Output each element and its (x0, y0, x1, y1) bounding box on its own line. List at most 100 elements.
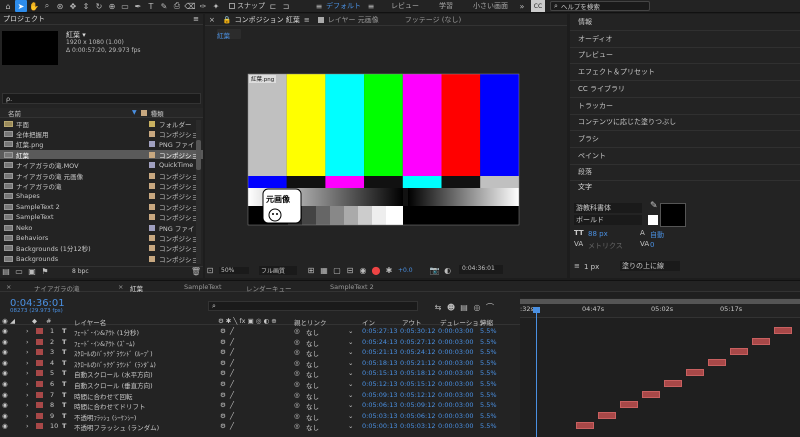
layer-name[interactable]: 自動スクロール (水平方向) (74, 369, 153, 379)
brush-tool-icon[interactable]: ✎ (158, 0, 170, 12)
switch-quality-icon[interactable]: ╱ (230, 391, 234, 399)
zoom-tool-icon[interactable]: ⌕ (41, 0, 53, 12)
home-icon[interactable]: ⌂ (2, 0, 14, 12)
expand-arrow-icon[interactable]: › (26, 380, 29, 388)
right-panel-item[interactable]: コンテンツに応じた塗りつぶし (570, 114, 800, 132)
right-panel-item[interactable]: オーディオ (570, 31, 800, 48)
leading-value[interactable]: 自動 (650, 230, 664, 240)
workspace-menu-icon[interactable]: ≡ (313, 0, 325, 12)
shape-tool-icon[interactable]: ▭ (119, 0, 131, 12)
expand-arrow-icon[interactable]: › (26, 338, 29, 346)
parent-pick-icon[interactable]: ◎ (294, 401, 300, 409)
label-color-swatch[interactable] (149, 255, 155, 262)
layer-row[interactable]: ◉ › 10 T 不透明フラッシュ (ランダム) ⚙ ╱ ◎ なし ⌄ 0:05:00:13 0:05… (0, 421, 520, 432)
right-panel-item[interactable]: プレビュー (570, 47, 800, 65)
eye-icon[interactable]: ◉ (2, 422, 8, 430)
right-panel-item[interactable]: ブラシ (570, 131, 800, 148)
duration[interactable]: 0:00:03:00 (438, 412, 474, 420)
comp-timecode[interactable]: 0:04:36:01 (459, 265, 503, 274)
right-panel-item[interactable]: CC ライブラリ (570, 81, 800, 98)
shy-icon[interactable]: ☻ (445, 301, 457, 313)
in-point[interactable]: 0:05:18:13 (362, 359, 398, 367)
new-comp-icon[interactable]: ▣ (26, 266, 38, 278)
show-snapshot-icon[interactable]: ◐ (442, 264, 454, 276)
right-panel-item[interactable]: 情報 (570, 14, 800, 31)
parent-select[interactable]: なし (306, 369, 319, 379)
switch-quality-icon[interactable]: ╱ (230, 338, 234, 346)
roto-brush-tool-icon[interactable]: ✑ (197, 0, 209, 12)
duration[interactable]: 0:00:03:00 (438, 401, 474, 409)
project-row[interactable]: 全体把握用 コンポジション (0, 129, 203, 139)
label-color-swatch[interactable] (149, 130, 155, 137)
transparency-grid-icon[interactable]: ▦ (318, 264, 330, 276)
in-point[interactable]: 0:05:06:13 (362, 401, 398, 409)
switch-shy-icon[interactable]: ⚙ (220, 401, 226, 409)
switch-quality-icon[interactable]: ╱ (230, 380, 234, 388)
comp-tab-menu-icon[interactable]: ≡ (304, 16, 310, 24)
help-search-input[interactable]: ヘルプを検索 (561, 1, 600, 11)
stretch[interactable]: 5.5% (480, 338, 497, 346)
label-color-swatch[interactable] (36, 338, 43, 345)
layer-bar[interactable] (752, 337, 770, 345)
parent-dropdown-icon[interactable]: ⌄ (348, 369, 353, 377)
eye-icon[interactable]: ◉ (2, 380, 8, 388)
eye-icon[interactable]: ◉ (2, 348, 8, 356)
project-row[interactable]: 紅葉.png PNG ファイ (0, 140, 203, 149)
parent-select[interactable]: なし (306, 359, 319, 369)
duration[interactable]: 0:00:03:00 (438, 422, 474, 430)
duration[interactable]: 0:00:03:00 (438, 359, 474, 367)
project-row[interactable]: Backgrounds コンポジション (0, 254, 203, 264)
eye-icon[interactable]: ◉ (2, 401, 8, 409)
channel-icon[interactable]: ◉ (357, 264, 369, 276)
cc-icon[interactable]: CC (531, 0, 545, 12)
label-color-swatch[interactable] (149, 182, 155, 189)
stroke-mode-select[interactable]: 塗りの上に線 (620, 261, 680, 271)
layer-name[interactable]: 自動スクロール (垂直方向) (74, 380, 153, 390)
rotate-tool-icon[interactable]: ↻ (93, 0, 105, 12)
expand-arrow-icon[interactable]: › (26, 369, 29, 377)
color-channel-icon[interactable]: ⬤ (370, 264, 382, 276)
project-row[interactable]: SampleText 2 コンポジション (0, 202, 203, 212)
label-color-swatch[interactable] (36, 381, 43, 387)
layer-row[interactable]: ◉ › 7 T 時間に合わせて回転 ⚙ ╱ ◎ なし ⌄ 0:05:09:13 0:05:12:12 0… (0, 390, 520, 401)
duration[interactable]: 0:00:03:00 (438, 391, 474, 399)
layer-name[interactable]: ｽｸﾛｰﾙのﾊﾞｯｸｸﾞﾗｳﾝﾄﾞ (ﾙｰﾌﾟ) (74, 348, 153, 358)
project-panel-title[interactable]: プロジェクト (3, 14, 45, 24)
close-tab-icon[interactable]: × (118, 283, 123, 291)
switch-shy-icon[interactable]: ⚙ (220, 391, 226, 399)
anchor-tool-icon[interactable]: ⊕ (106, 0, 118, 12)
out-point[interactable]: 0:05:12:12 (400, 391, 436, 399)
layer-name[interactable]: 時間に合わせて回転 (74, 391, 133, 401)
work-area-bar[interactable] (520, 299, 800, 304)
parent-select[interactable]: なし (306, 348, 319, 358)
stretch[interactable]: 5.5% (480, 369, 497, 377)
close-tab-icon[interactable]: × (6, 283, 11, 291)
switch-shy-icon[interactable]: ⚙ (220, 369, 226, 377)
time-ruler[interactable]: :32s 04:47s 05:02s 05:17s (520, 298, 800, 318)
tab-layer[interactable]: レイヤー 元画像 (328, 15, 379, 25)
stretch[interactable]: 5.5% (480, 391, 497, 399)
switch-quality-icon[interactable]: ╱ (230, 401, 234, 409)
stretch[interactable]: 5.5% (480, 359, 497, 367)
out-point[interactable]: 0:05:21:12 (400, 359, 436, 367)
layer-row[interactable]: ◉ › 1 T ﾌｪｰﾄﾞ･ｲﾝ&ｱｳﾄ (1分秒) ⚙ ╱ ◎ なし ⌄ 0:05:27:13 0:… (0, 326, 520, 337)
switch-quality-icon[interactable]: ╱ (230, 359, 234, 367)
right-panel-item[interactable]: ペイント (570, 148, 800, 165)
tab-sampletext[interactable]: SampleText (184, 283, 222, 291)
parent-pick-icon[interactable]: ◎ (294, 422, 300, 430)
label-color-swatch[interactable] (36, 423, 43, 430)
duration[interactable]: 0:00:03:00 (438, 348, 474, 356)
project-item-name[interactable]: 紅葉 ▾ (66, 31, 141, 39)
eye-icon[interactable]: ◉ (2, 391, 8, 399)
workspace-default[interactable]: デフォルト (326, 1, 361, 11)
parent-select[interactable]: なし (306, 327, 319, 337)
font-family-select[interactable]: 游教科書体 (574, 203, 642, 213)
pan-tool-icon[interactable]: ✥ (67, 0, 79, 12)
duration[interactable]: 0:00:03:00 (438, 369, 474, 377)
layer-row[interactable]: ◉ › 4 T ｽｸﾛｰﾙのﾊﾞｯｸｸﾞﾗｳﾝﾄﾞ (ﾗﾝﾀﾞﾑ) ⚙ ╱ ◎ なし ⌄ 0:05:… (0, 358, 520, 369)
snap-options-icon[interactable]: ⊏ (267, 0, 279, 12)
switch-shy-icon[interactable]: ⚙ (220, 380, 226, 388)
project-row[interactable]: Backgrounds (1分12秒) コンポジション (0, 244, 203, 253)
layer-bar[interactable] (620, 401, 638, 409)
snapshot-icon[interactable]: 📷 (429, 264, 441, 276)
